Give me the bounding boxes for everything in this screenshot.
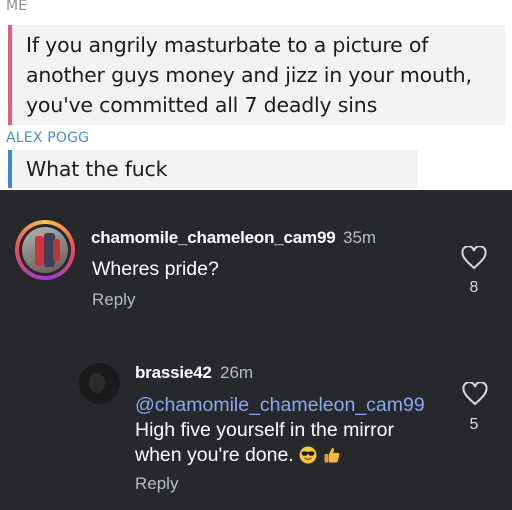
comment-username[interactable]: chamomile_chameleon_cam99	[91, 228, 336, 248]
comment-text: when you're done.	[135, 444, 294, 466]
avatar[interactable]	[79, 363, 120, 404]
message-bubble-me: If you angrily masturbate to a picture o…	[8, 25, 505, 125]
comment-timestamp: 26m	[220, 363, 254, 382]
message-accent-bar	[8, 25, 12, 125]
comment-timestamp: 35m	[343, 228, 377, 247]
comment-text: Wheres pride?	[92, 258, 219, 280]
thumbs-up-icon	[324, 447, 340, 463]
message-line: you've committed all 7 deadly sins	[26, 93, 378, 117]
heart-icon[interactable]	[461, 246, 487, 270]
avatar-photo	[22, 227, 68, 273]
message-line: If you angrily masturbate to a picture o…	[26, 33, 429, 57]
heart-icon[interactable]	[462, 382, 488, 406]
user-mention-link[interactable]: @chamomile_chameleon_cam99	[135, 394, 425, 417]
comments-section: chamomile_chameleon_cam99 35m Wheres pri…	[0, 190, 512, 510]
message-accent-bar	[8, 150, 12, 188]
like-count: 8	[469, 279, 479, 296]
comment-text-line2: when you're done.	[135, 444, 341, 467]
chat-screenshot: ME If you angrily masturbate to a pictur…	[0, 0, 512, 190]
avatar[interactable]	[15, 220, 75, 280]
comment-username[interactable]: brassie42	[135, 363, 212, 383]
message-bubble-other: What the fuck	[8, 150, 418, 188]
message-line: another guys money and jizz in your mout…	[26, 63, 472, 87]
sender-label-other: ALEX POGG	[6, 130, 90, 146]
sunglasses-face-icon	[299, 446, 317, 464]
reply-button[interactable]: Reply	[92, 290, 135, 310]
comment-text: High five yourself in the mirror	[135, 419, 395, 441]
reply-button[interactable]: Reply	[135, 474, 178, 494]
message-line: What the fuck	[26, 157, 168, 181]
sender-label-me: ME	[6, 0, 28, 14]
like-count: 5	[469, 416, 479, 433]
